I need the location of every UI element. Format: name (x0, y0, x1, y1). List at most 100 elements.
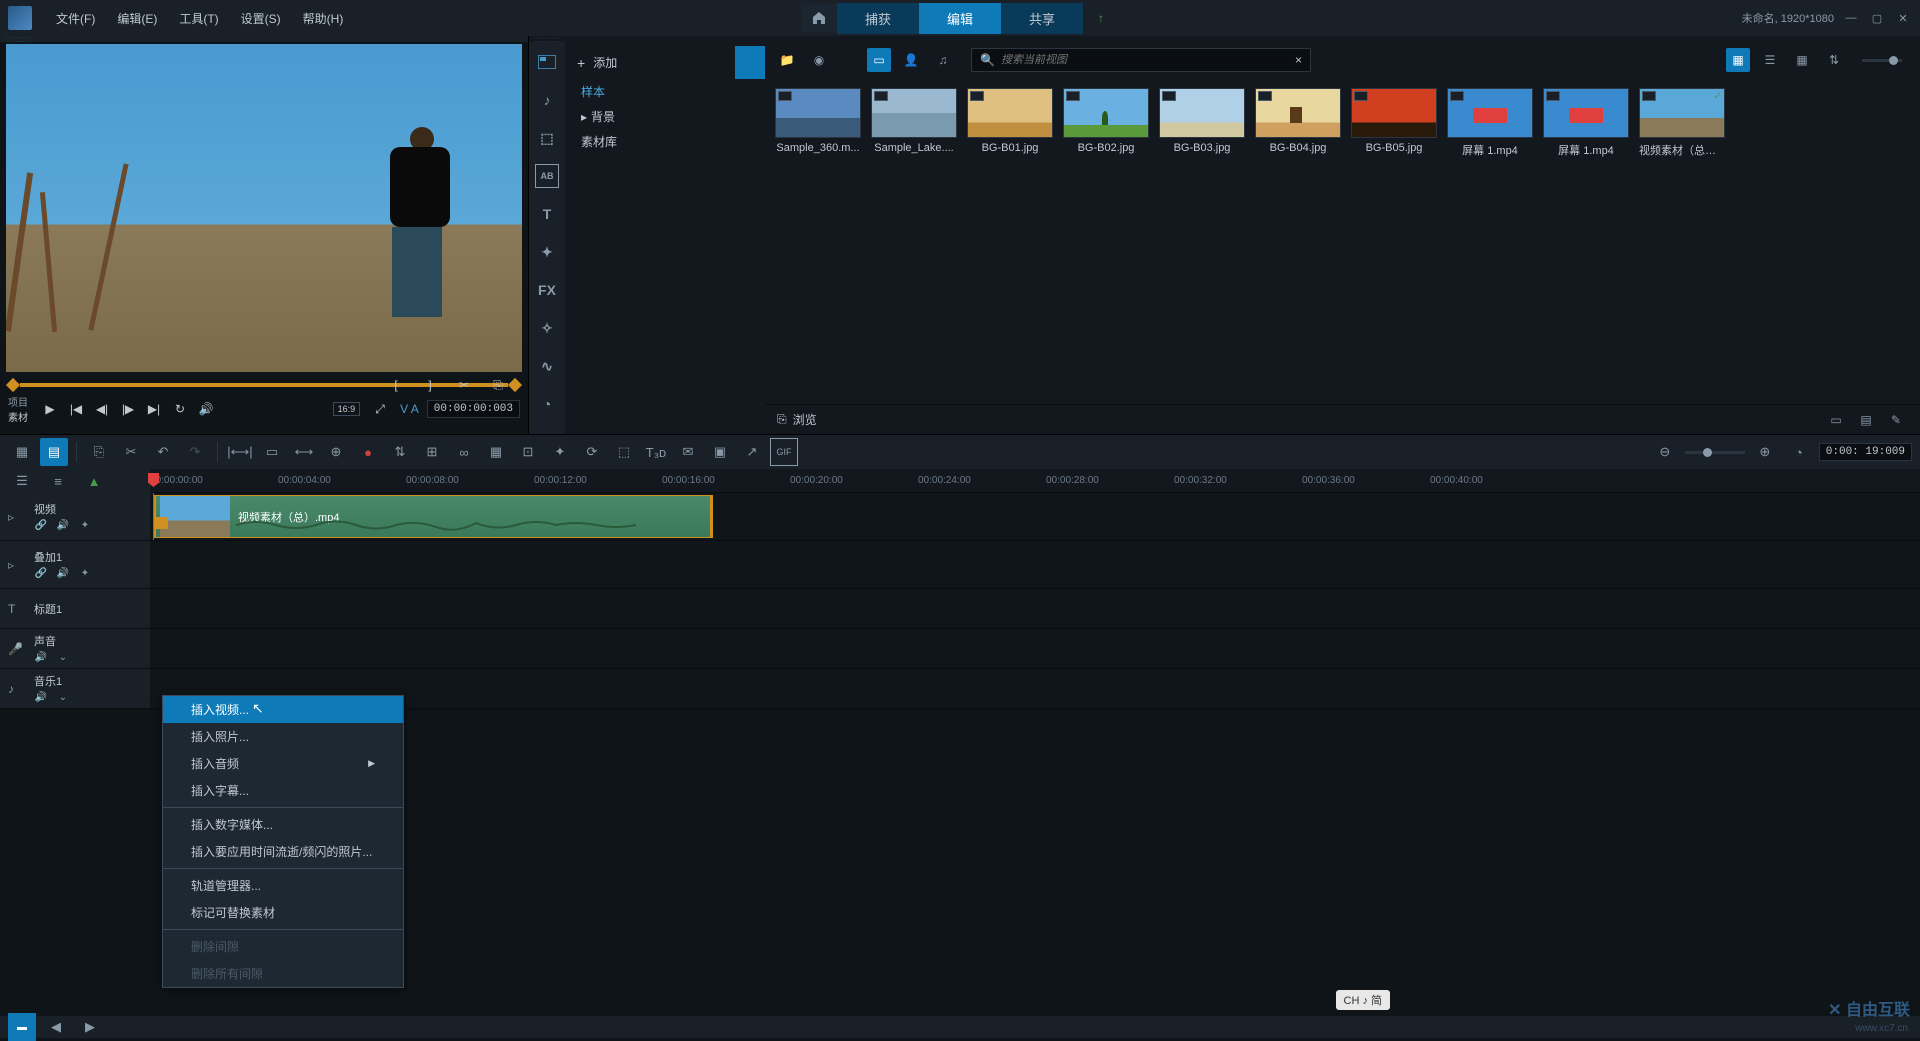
overlay-tab-icon[interactable]: ✦ (535, 240, 559, 264)
upload-button[interactable]: ↑ (1083, 4, 1119, 32)
thumb-size-slider[interactable] (1862, 59, 1902, 62)
clear-search-icon[interactable]: × (1295, 53, 1302, 67)
track-link-icon[interactable]: 🔗 (34, 519, 48, 533)
track-overlay1-content[interactable] (150, 541, 1920, 588)
media-item-1[interactable]: Sample_Lake.... (871, 88, 957, 158)
track-fx-icon[interactable]: ✦ (78, 519, 92, 533)
tool-7[interactable]: ∞ (450, 438, 478, 466)
ruler-menu-1[interactable]: ☰ (8, 467, 36, 495)
close-button[interactable]: ✕ (1894, 9, 1912, 27)
resize-icon[interactable]: ⤢ (368, 397, 392, 421)
media-item-9[interactable]: ✓视频素材（总）.... (1639, 88, 1725, 158)
record-icon[interactable]: ● (354, 438, 382, 466)
filter-video-icon[interactable]: ▭ (867, 48, 891, 72)
preview-viewport[interactable] (6, 44, 522, 372)
tool-12[interactable]: ⬚ (610, 438, 638, 466)
undo-button[interactable]: ↶ (149, 438, 177, 466)
split-icon[interactable]: ✂ (452, 373, 476, 397)
prev-frame-button[interactable]: ◀| (90, 397, 114, 421)
tree-library[interactable]: 素材库 (565, 129, 765, 154)
zoom-out-icon[interactable]: ⊖ (1651, 438, 1679, 466)
tool-15[interactable]: ▣ (706, 438, 734, 466)
view-grid-icon[interactable]: ▦ (1790, 48, 1814, 72)
track-sound-header[interactable]: 🎤 声音 🔊 ⌄ (0, 629, 150, 668)
volume-button[interactable]: 🔊 (194, 397, 218, 421)
sort-icon[interactable]: ⇅ (1822, 48, 1846, 72)
track-expand-icon[interactable]: ⌄ (56, 691, 70, 705)
media-tab-icon[interactable] (535, 50, 559, 74)
track-mute-icon[interactable]: 🔊 (34, 651, 48, 665)
media-item-5[interactable]: BG-B04.jpg (1255, 88, 1341, 158)
aspect-ratio[interactable]: 16:9 (333, 402, 361, 416)
playhead[interactable] (153, 493, 154, 540)
tool-14[interactable]: ✉ (674, 438, 702, 466)
track-video-content[interactable]: 视频素材（总）.mp4 (150, 493, 1920, 540)
transition-tab-icon[interactable]: ⬚ (535, 126, 559, 150)
home-button[interactable] (801, 4, 837, 32)
tool-16[interactable]: ↗ (738, 438, 766, 466)
ctx-insert-photo[interactable]: 插入照片... (163, 723, 403, 750)
track-fx-icon[interactable]: ✦ (78, 567, 92, 581)
bottom-tool-1[interactable]: ▬ (8, 1013, 36, 1041)
track-sound-content[interactable] (150, 629, 1920, 668)
filter-photo-icon[interactable]: 👤 (899, 48, 923, 72)
track-title1-content[interactable] (150, 589, 1920, 628)
track-overlay1-header[interactable]: ▹ 叠加1 🔗 🔊 ✦ (0, 541, 150, 588)
tool-9[interactable]: ⊡ (514, 438, 542, 466)
track-title1-header[interactable]: T 标题1 (0, 589, 150, 628)
track-link-icon[interactable]: 🔗 (34, 567, 48, 581)
tool-8[interactable]: ▦ (482, 438, 510, 466)
tab-share[interactable]: 共享 (1001, 3, 1083, 34)
fx-tab-icon[interactable]: FX (535, 278, 559, 302)
media-item-4[interactable]: BG-B03.jpg (1159, 88, 1245, 158)
tool-5[interactable]: ⇅ (386, 438, 414, 466)
tool-11[interactable]: ⟳ (578, 438, 606, 466)
ctx-mark-replaceable[interactable]: 标记可替换素材 (163, 899, 403, 926)
media-item-3[interactable]: BG-B02.jpg (1063, 88, 1149, 158)
preview-mode-label[interactable]: 项目 素材 (8, 394, 28, 424)
browse-button[interactable]: ⎘ 浏览 (777, 411, 817, 428)
tree-sample[interactable]: 样本 (565, 79, 765, 104)
track-music1-header[interactable]: ♪ 音乐1 🔊 ⌄ (0, 669, 150, 708)
zoom-in-icon[interactable]: ⊕ (1751, 438, 1779, 466)
timeline-timecode[interactable]: 0:00: 19:009 (1819, 443, 1912, 461)
lib-tool-c[interactable]: ✎ (1884, 408, 1908, 432)
scrubber-end-handle[interactable] (508, 378, 522, 392)
track-video-header[interactable]: ▹ 视频 🔗 🔊 ✦ (0, 493, 150, 540)
track-mute-icon[interactable]: 🔊 (34, 691, 48, 705)
track-music1-content[interactable] (150, 669, 1920, 708)
tool-10[interactable]: ✦ (546, 438, 574, 466)
maximize-button[interactable]: ▢ (1868, 9, 1886, 27)
tool-4[interactable]: ⊕ (322, 438, 350, 466)
import-folder-icon[interactable]: 📁 (775, 48, 799, 72)
menu-help[interactable]: 帮助(H) (293, 6, 354, 31)
title-tab-icon[interactable]: AB (535, 164, 559, 188)
search-input[interactable] (1001, 54, 1289, 66)
tool-1[interactable]: |⟷| (226, 438, 254, 466)
preview-timecode[interactable]: 00:00:00:003 (427, 400, 520, 418)
timeline-ruler[interactable]: 00:00:00:0000:00:04:0000:00:08:0000:00:1… (150, 469, 1920, 493)
undo-icon[interactable]: ✂ (117, 438, 145, 466)
redo-button[interactable]: ↷ (181, 438, 209, 466)
lib-tool-a[interactable]: ▭ (1824, 408, 1848, 432)
menu-file[interactable]: 文件(F) (46, 6, 105, 31)
play-button[interactable]: ▶ (38, 397, 62, 421)
tab-edit[interactable]: 编辑 (919, 3, 1001, 34)
minimize-button[interactable]: — (1842, 9, 1860, 27)
bottom-prev[interactable]: ◀ (42, 1013, 70, 1041)
loop-button[interactable]: ↻ (168, 397, 192, 421)
mark-out-icon[interactable]: ] (418, 373, 442, 397)
ctx-insert-audio[interactable]: 插入音频▶ (163, 750, 403, 777)
go-start-button[interactable]: |◀ (64, 397, 88, 421)
menu-tools[interactable]: 工具(T) (169, 6, 228, 31)
path-tab-icon[interactable]: ∿ (535, 354, 559, 378)
track-mute-icon[interactable]: 🔊 (56, 519, 70, 533)
copy-attr-icon[interactable]: ⎘ (85, 438, 113, 466)
ruler-menu-2[interactable]: ≡ (44, 467, 72, 495)
search-box[interactable]: 🔍 × (971, 48, 1311, 72)
ctx-insert-subtitle[interactable]: 插入字幕... (163, 777, 403, 804)
preview-drag-handle[interactable]: :::::::: (0, 36, 528, 42)
scrubber-start-handle[interactable] (6, 378, 20, 392)
bottom-next[interactable]: ▶ (76, 1013, 104, 1041)
video-clip[interactable]: 视频素材（总）.mp4 (153, 495, 713, 538)
